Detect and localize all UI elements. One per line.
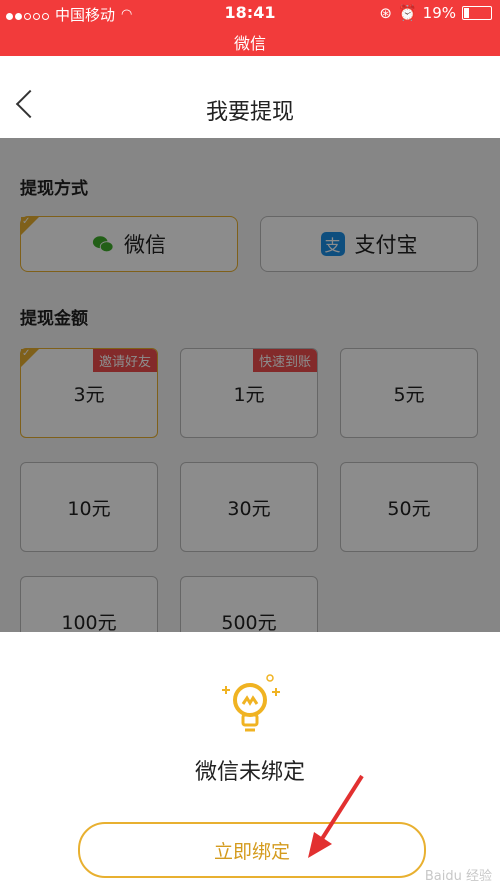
nav-bar: 我要提现 [0, 56, 500, 138]
bind-sheet: 微信未绑定 立即绑定 Baidu 经验 [0, 632, 500, 890]
lightbulb-icon [222, 674, 280, 732]
status-right: ⊛ ⏰ 19% [379, 4, 492, 22]
status-subtitle: 微信 [233, 34, 266, 53]
page-title: 我要提现 [205, 100, 294, 125]
alarm-icon: ⏰ [397, 4, 417, 22]
rotation-lock-icon: ⊛ [379, 4, 392, 22]
status-bar: 中国移动 ◠ 18:41 ⊛ ⏰ 19% 微信 [0, 0, 500, 56]
watermark: Baidu 经验 [424, 869, 492, 884]
modal-overlay[interactable] [0, 138, 500, 632]
battery-percent: 19% [422, 4, 456, 22]
sheet-title: 微信未绑定 [194, 760, 305, 785]
battery-icon [462, 6, 492, 20]
arrow-icon [308, 774, 364, 858]
